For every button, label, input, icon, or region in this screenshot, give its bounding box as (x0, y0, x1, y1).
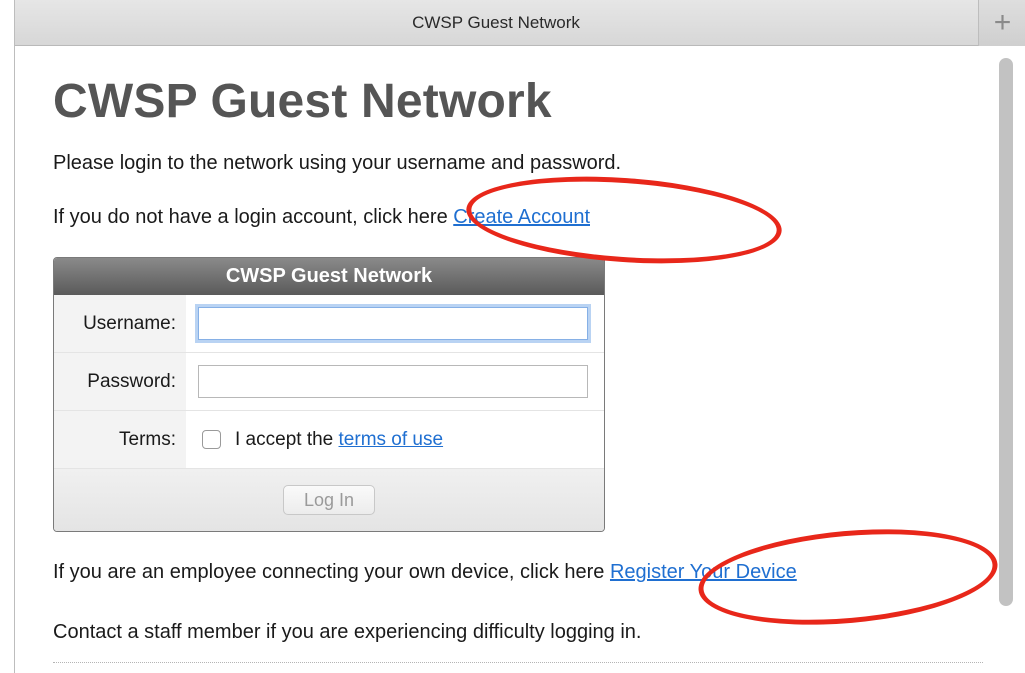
terms-row: Terms: I accept the terms of use (54, 411, 604, 469)
create-account-text: If you do not have a login account, clic… (53, 206, 590, 229)
terms-of-use-link[interactable]: terms of use (339, 429, 444, 450)
intro-text: Please login to the network using your u… (53, 152, 622, 174)
plus-icon: + (993, 6, 1012, 39)
employee-prefix: If you are an employee connecting your o… (53, 561, 610, 583)
terms-accept-prefix: I accept the (235, 429, 339, 450)
login-button[interactable]: Log In (283, 485, 375, 515)
create-account-prefix: If you do not have a login account, clic… (53, 206, 454, 228)
login-button-row: Log In (54, 469, 604, 531)
page-title: CWSP Guest Network (53, 75, 552, 128)
login-form-header: CWSP Guest Network (54, 258, 604, 295)
vertical-scrollbar[interactable] (999, 58, 1013, 606)
page-divider (53, 662, 983, 663)
terms-checkbox[interactable] (202, 430, 221, 449)
browser-window: CWSP Guest Network + CWSP Guest Network … (14, 0, 1025, 673)
register-device-link[interactable]: Register Your Device (610, 561, 797, 583)
username-label: Username: (54, 295, 186, 352)
password-input[interactable] (198, 365, 588, 398)
tab-title[interactable]: CWSP Guest Network (15, 0, 977, 46)
new-tab-button[interactable]: + (978, 0, 1025, 46)
username-row: Username: (54, 295, 604, 353)
terms-label: Terms: (54, 411, 186, 468)
password-row: Password: (54, 353, 604, 411)
username-input[interactable] (198, 307, 588, 340)
terms-accept-text: I accept the terms of use (235, 411, 443, 469)
tab-bar: CWSP Guest Network + (15, 0, 1025, 46)
employee-text: If you are an employee connecting your o… (53, 561, 797, 584)
create-account-link[interactable]: Create Account (453, 206, 590, 228)
login-form: CWSP Guest Network Username: Password: T… (53, 257, 605, 532)
contact-text: Contact a staff member if you are experi… (53, 621, 642, 643)
password-label: Password: (54, 353, 186, 410)
